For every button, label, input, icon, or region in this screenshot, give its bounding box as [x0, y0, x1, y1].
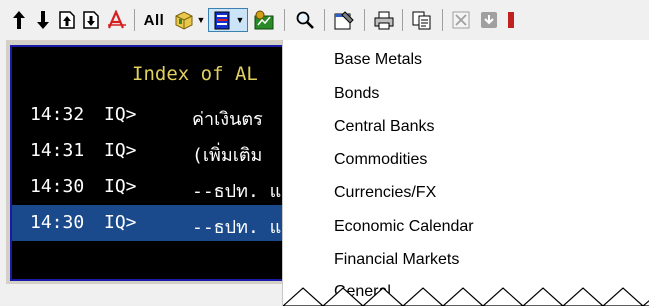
- news-headline: (เพิ่มเติม: [192, 145, 263, 166]
- font-style-icon[interactable]: [104, 8, 130, 32]
- toolbar-separator: [442, 9, 443, 31]
- menu-item-economic-calendar[interactable]: Economic Calendar: [334, 213, 474, 241]
- news-time: 14:30: [30, 212, 85, 233]
- menu-item-currencies-fx[interactable]: Currencies/FX: [334, 179, 436, 207]
- news-row[interactable]: 14:32 IQ> ค่าเงินตร: [12, 97, 286, 133]
- news-code: IQ>: [104, 176, 137, 197]
- news-time: 14:32: [30, 104, 85, 125]
- search-icon: [296, 11, 314, 29]
- toolbar-separator: [402, 9, 403, 31]
- news-index-title: Index of AL: [132, 63, 258, 85]
- page-down-icon[interactable]: [80, 8, 102, 32]
- news-category-menu: Base Metals Bonds Central Banks Commodit…: [282, 40, 649, 306]
- news-row-selected[interactable]: 14:30 IQ> --ธปท. แ: [12, 205, 286, 241]
- news-time: 14:30: [30, 176, 85, 197]
- chevron-down-icon: ▼: [235, 15, 245, 25]
- properties-button[interactable]: [330, 8, 358, 32]
- news-code: IQ>: [104, 212, 137, 233]
- print-icon: [374, 11, 394, 30]
- categories-dropdown[interactable]: ▼: [172, 8, 206, 32]
- torn-edge-decoration: [283, 287, 649, 306]
- menu-item-bonds[interactable]: Bonds: [334, 80, 379, 108]
- print-button[interactable]: [370, 8, 398, 32]
- page-up-icon[interactable]: [56, 8, 78, 32]
- news-code: IQ>: [104, 140, 137, 161]
- news-filter-icon: [214, 11, 230, 30]
- news-row[interactable]: 14:31 IQ> (เพิ่มเติม: [12, 133, 286, 169]
- copy-icon: [412, 11, 431, 30]
- toolbar-separator: [324, 9, 325, 31]
- news-filter-dropdown[interactable]: ▼: [208, 8, 248, 32]
- chevron-down-icon: ▼: [196, 15, 206, 25]
- news-row[interactable]: 14:30 IQ> --ธปท. แ: [12, 169, 286, 205]
- arrow-down-icon[interactable]: [32, 8, 54, 32]
- properties-icon: [334, 11, 354, 30]
- stop-button[interactable]: [504, 8, 518, 32]
- news-headline: ค่าเงินตร: [192, 109, 263, 130]
- search-button[interactable]: [292, 8, 318, 32]
- toolbar-separator: [134, 9, 135, 31]
- arrow-up-icon[interactable]: [8, 8, 30, 32]
- toolbar-separator: [364, 9, 365, 31]
- chart-icon: [254, 10, 274, 30]
- menu-item-base-metals[interactable]: Base Metals: [334, 46, 422, 74]
- news-headlines-window[interactable]: Index of AL 14:32 IQ> ค่าเงินตร 14:31 IQ…: [10, 45, 288, 281]
- menu-item-commodities[interactable]: Commodities: [334, 146, 427, 174]
- chart-button[interactable]: [250, 8, 278, 32]
- news-code: IQ>: [104, 104, 137, 125]
- copy-button[interactable]: [408, 8, 436, 32]
- delete-button[interactable]: [448, 8, 474, 32]
- download-button[interactable]: [476, 8, 502, 32]
- toolbar-separator: [284, 9, 285, 31]
- stop-icon: [508, 12, 514, 28]
- all-button[interactable]: All: [140, 8, 168, 32]
- news-time: 14:31: [30, 140, 85, 161]
- menu-item-financial-markets[interactable]: Financial Markets: [334, 246, 459, 274]
- toolbar: All ▼ ▼: [0, 0, 649, 40]
- download-icon: [481, 12, 497, 28]
- news-headline: --ธปท. แ: [192, 217, 282, 238]
- news-headline: --ธปท. แ: [192, 181, 282, 202]
- all-label: All: [143, 11, 165, 29]
- delete-icon: [452, 11, 470, 29]
- categories-icon: [175, 11, 193, 30]
- menu-item-central-banks[interactable]: Central Banks: [334, 113, 435, 141]
